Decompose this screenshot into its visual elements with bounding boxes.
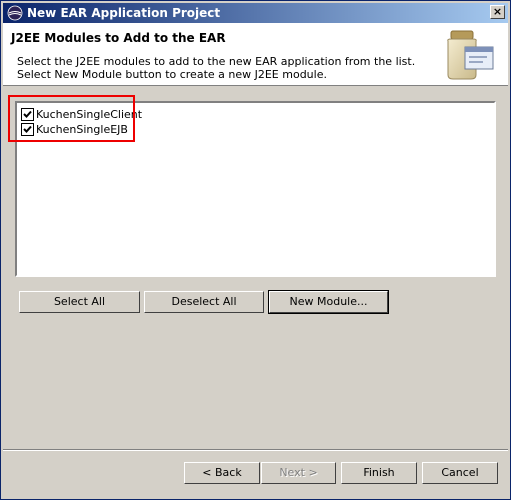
footer-separator (3, 449, 508, 451)
checkmark-icon (23, 125, 32, 133)
back-button[interactable]: < Back (184, 462, 260, 484)
checkmark-icon (23, 110, 32, 118)
checkbox[interactable] (21, 123, 34, 136)
jar-wizard-icon (447, 30, 494, 80)
module-label: KuchenSingleEJB (36, 123, 128, 136)
cancel-button[interactable]: Cancel (422, 462, 498, 484)
dialog-window: New EAR Application Project × J2EE Modul… (0, 0, 511, 500)
modules-list[interactable]: KuchenSingleClient KuchenSingleEJB (15, 101, 496, 277)
finish-button[interactable]: Finish (341, 462, 417, 484)
module-label: KuchenSingleClient (36, 108, 143, 121)
next-button[interactable]: Next > (261, 462, 336, 484)
page-description: Select New Module button to create a new… (17, 68, 327, 81)
close-icon: × (492, 5, 503, 18)
new-module-button[interactable]: New Module... (268, 290, 389, 314)
select-all-button[interactable]: Select All (19, 291, 140, 313)
page-description: Select the J2EE modules to add to the ne… (17, 55, 416, 68)
window-title: New EAR Application Project (27, 6, 221, 20)
close-button[interactable]: × (490, 5, 505, 19)
checkbox[interactable] (21, 108, 34, 121)
eclipse-app-icon (7, 5, 23, 21)
deselect-all-button[interactable]: Deselect All (144, 291, 264, 313)
wizard-banner: J2EE Modules to Add to the EAR Select th… (3, 23, 508, 86)
title-bar[interactable]: New EAR Application Project × (3, 3, 508, 23)
page-title: J2EE Modules to Add to the EAR (11, 31, 226, 45)
